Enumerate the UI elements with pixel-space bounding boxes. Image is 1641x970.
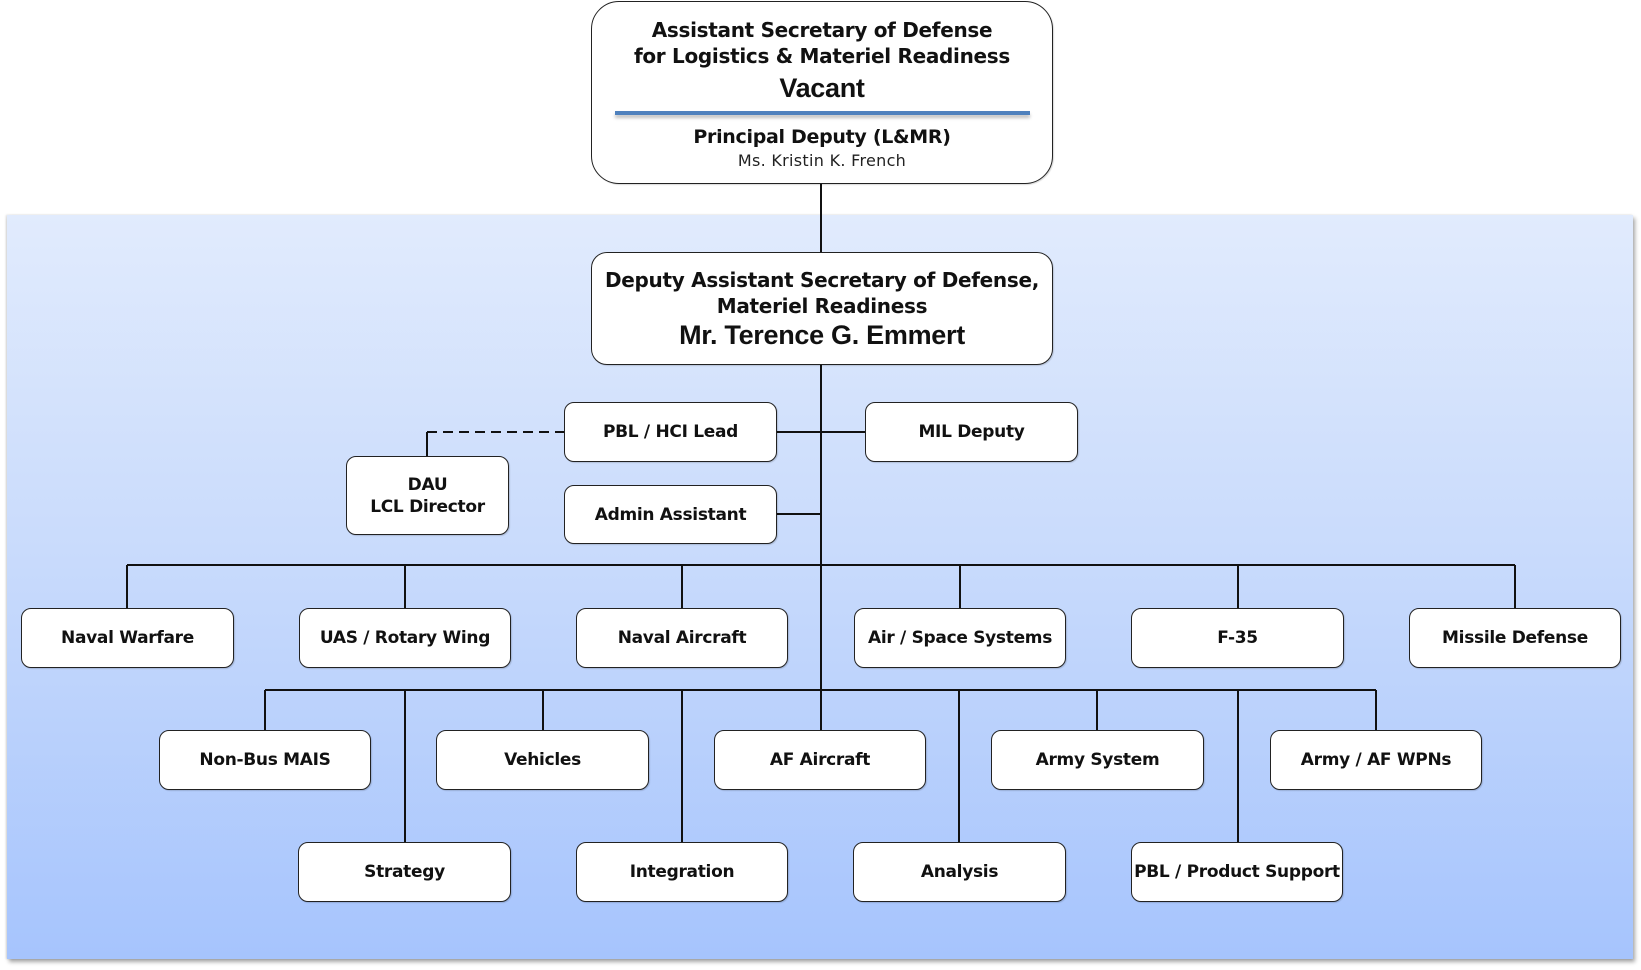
org-box-label: Naval Warfare [61,628,194,648]
admin-assistant-box: Admin Assistant [564,485,777,544]
asd-title-line2: for Logistics & Materiel Readiness [633,44,1011,68]
org-box-label: Army System [1035,750,1160,770]
org-box-army-af-wpns: Army / AF WPNs [1270,730,1482,790]
org-box-label: AF Aircraft [769,750,871,770]
dau-label-line1: DAU [407,474,448,495]
org-box-air-space-systems: Air / Space Systems [854,608,1066,668]
dasd-name: Mr. Terence G. Emmert [679,319,965,350]
org-box-label: UAS / Rotary Wing [319,628,491,648]
org-box-missile-defense: Missile Defense [1409,608,1621,668]
org-box-label: Analysis [920,862,999,882]
org-box-strategy: Strategy [298,842,511,902]
org-box-f35: F-35 [1131,608,1344,668]
org-box-vehicles: Vehicles [436,730,649,790]
org-box-non-bus-mais: Non-Bus MAIS [159,730,371,790]
org-box-army-system: Army System [991,730,1204,790]
mil-deputy-label: MIL Deputy [918,422,1025,442]
org-box-naval-aircraft: Naval Aircraft [576,608,788,668]
title-divider [614,111,1030,115]
dau-label-line2: LCL Director [370,496,485,517]
org-box-naval-warfare: Naval Warfare [21,608,234,668]
principal-deputy-title: Principal Deputy (L&MR) [693,126,951,148]
org-box-pbl-product-support: PBL / Product Support [1131,842,1343,902]
pbl-hci-lead-label: PBL / HCI Lead [602,422,739,442]
asd-lmr-box: Assistant Secretary of Defense for Logis… [591,1,1053,184]
org-box-label: Strategy [364,862,445,882]
org-box-analysis: Analysis [853,842,1066,902]
mil-deputy-box: MIL Deputy [865,402,1078,462]
org-box-uas-rotary-wing: UAS / Rotary Wing [299,608,511,668]
asd-name: Vacant [779,73,865,103]
org-box-label: Naval Aircraft [617,628,747,648]
org-box-label: Integration [629,862,735,882]
org-box-label: Missile Defense [1442,628,1588,648]
org-box-label: Army / AF WPNs [1300,750,1452,770]
asd-title-line1: Assistant Secretary of Defense [651,18,993,42]
dau-lcl-director-box: DAU LCL Director [346,456,509,535]
pbl-hci-lead-box: PBL / HCI Lead [564,402,777,462]
dasd-box: Deputy Assistant Secretary of Defense, M… [591,252,1053,365]
org-box-label: F-35 [1217,628,1258,648]
principal-deputy-name: Ms. Kristin K. French [737,151,907,170]
org-box-label: Air / Space Systems [867,628,1053,648]
org-box-label: Vehicles [504,750,581,770]
dasd-title-line1: Deputy Assistant Secretary of Defense, [604,267,1040,292]
org-box-af-aircraft: AF Aircraft [714,730,926,790]
org-box-label: PBL / Product Support [1134,862,1340,882]
org-box-integration: Integration [576,842,788,902]
dasd-title-line2: Materiel Readiness [716,293,928,318]
org-box-label: Non-Bus MAIS [199,750,331,770]
admin-assistant-label: Admin Assistant [594,504,747,525]
